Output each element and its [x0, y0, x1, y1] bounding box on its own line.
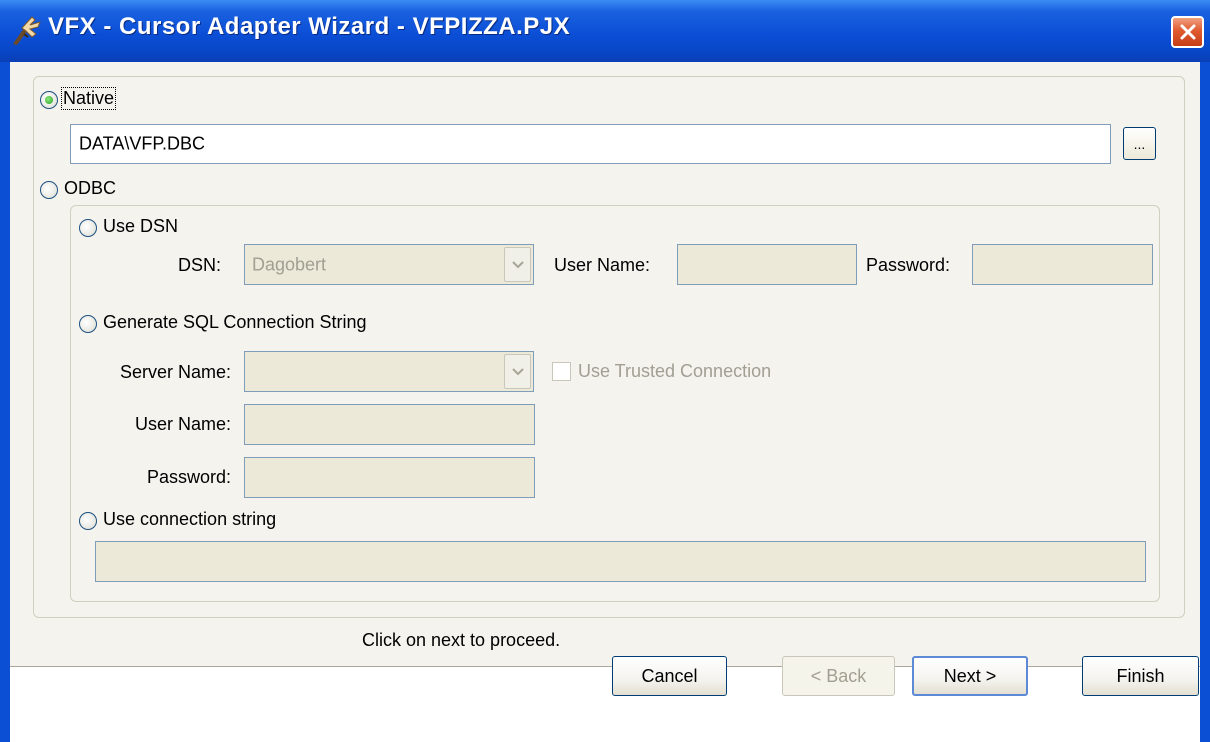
server-dropdown-button[interactable]: [504, 354, 531, 389]
connection-string-field[interactable]: [95, 541, 1146, 582]
close-icon: [1180, 24, 1195, 40]
app-icon: [13, 16, 41, 45]
back-button[interactable]: < Back: [782, 656, 895, 696]
window-frame-right: [1200, 62, 1210, 742]
dsn-dropdown-button[interactable]: [504, 247, 531, 282]
window-frame-left: [0, 62, 10, 742]
odbc-radio[interactable]: [40, 181, 58, 199]
native-label[interactable]: Native: [60, 87, 117, 110]
browse-button[interactable]: ...: [1123, 127, 1156, 160]
use-dsn-label[interactable]: Use DSN: [103, 216, 178, 237]
dsn-value: Dagobert: [252, 254, 327, 274]
dsn-password-field[interactable]: [972, 244, 1153, 285]
sql-password-label: Password:: [146, 467, 231, 487]
finish-button[interactable]: Finish: [1082, 656, 1199, 696]
sql-password-field[interactable]: [244, 457, 535, 498]
status-message: Click on next to proceed.: [362, 630, 561, 650]
sql-user-name-field[interactable]: [244, 404, 535, 445]
trusted-connection-checkbox[interactable]: [552, 362, 571, 381]
dsn-password-label: Password:: [866, 255, 951, 275]
native-database-value: DATA\VFP.DBC: [79, 133, 206, 154]
use-connection-string-radio[interactable]: [79, 512, 97, 530]
generate-connection-radio[interactable]: [79, 315, 97, 333]
dsn-select[interactable]: Dagobert: [244, 244, 534, 285]
use-dsn-radio[interactable]: [79, 219, 97, 237]
cancel-button[interactable]: Cancel: [612, 656, 727, 696]
trusted-connection-label[interactable]: Use Trusted Connection: [578, 361, 771, 382]
chevron-down-icon: [512, 367, 524, 375]
title-bar[interactable]: VFX - Cursor Adapter Wizard - VFPIZZA.PJ…: [0, 0, 1210, 62]
native-database-field[interactable]: DATA\VFP.DBC: [70, 124, 1111, 164]
server-name-label: Server Name:: [119, 362, 231, 382]
native-radio[interactable]: [40, 91, 58, 109]
server-name-select[interactable]: [244, 351, 534, 392]
chevron-down-icon: [512, 260, 524, 268]
dsn-label: DSN:: [178, 255, 222, 275]
window-title: VFX - Cursor Adapter Wizard - VFPIZZA.PJ…: [48, 13, 571, 40]
use-connection-string-label[interactable]: Use connection string: [103, 509, 276, 530]
odbc-label[interactable]: ODBC: [64, 178, 116, 199]
dsn-user-name-field[interactable]: [677, 244, 857, 285]
close-button[interactable]: [1171, 16, 1204, 48]
next-button[interactable]: Next >: [912, 656, 1028, 696]
sql-user-name-label: User Name:: [134, 414, 231, 434]
generate-connection-label[interactable]: Generate SQL Connection String: [103, 312, 367, 333]
wizard-window: VFX - Cursor Adapter Wizard - VFPIZZA.PJ…: [0, 0, 1210, 742]
dsn-user-name-label: User Name:: [554, 255, 651, 275]
